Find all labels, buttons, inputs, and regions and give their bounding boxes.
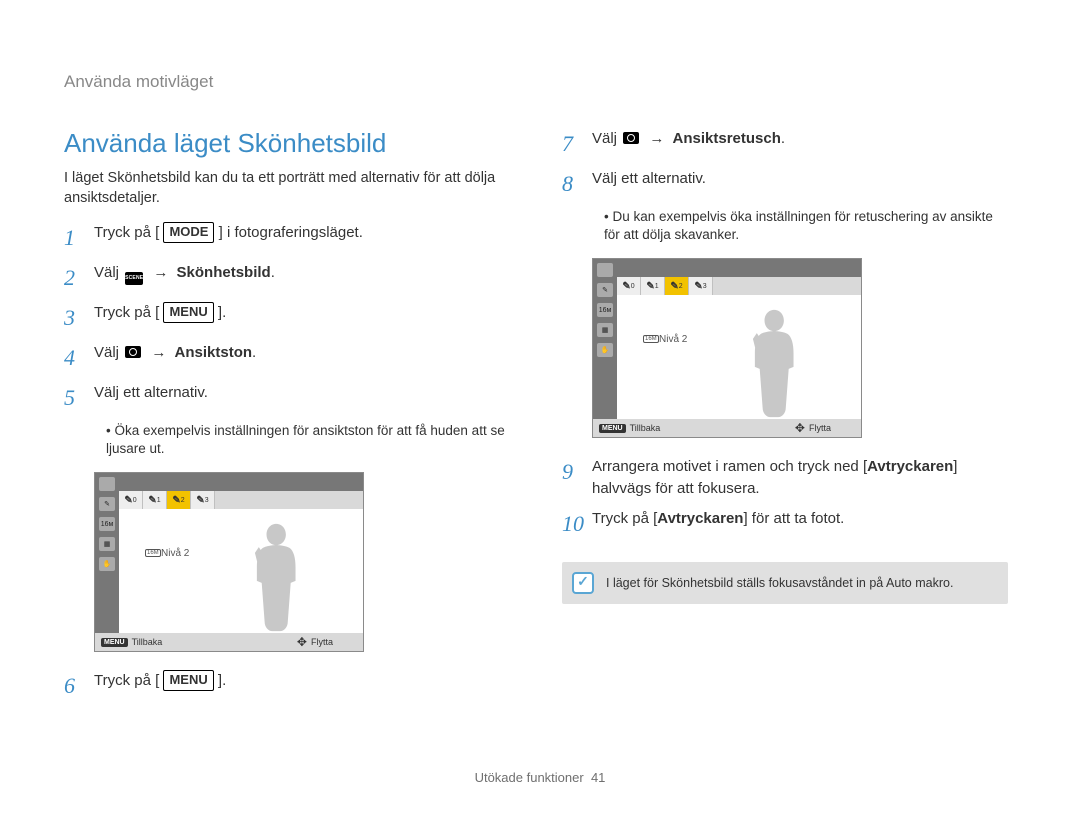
steps-list-left-2: Tryck på [ MENU ]. xyxy=(64,670,510,702)
step-text: Välj xyxy=(94,344,123,361)
page: Använda motivläget Använda läget Skönhet… xyxy=(0,0,1080,815)
menu-button-label: MENU xyxy=(163,670,213,691)
lcd-topbar xyxy=(119,473,363,491)
step-text: Välj ett alternativ. xyxy=(94,382,208,404)
lcd-sidebar: ✎ 16м ▦ ✋ xyxy=(95,473,119,633)
lcd-side-icon xyxy=(99,477,115,491)
lcd-back-label: Tillbaka xyxy=(132,637,163,647)
person-silhouette-icon xyxy=(745,305,803,423)
level-cell-3: ✎3 xyxy=(191,491,215,509)
menu-keycap: MENU xyxy=(599,424,626,433)
lcd-side-icon: ✎ xyxy=(597,283,613,297)
step-text: Arrangera motivet i ramen och tryck ned … xyxy=(592,458,867,475)
avtryckaren-label: Avtryckaren xyxy=(657,510,743,527)
lcd-move-label: Flytta xyxy=(311,637,333,647)
left-column: Använda läget Skönhetsbild I läget Skönh… xyxy=(64,128,510,710)
intro-text: I läget Skönhetsbild kan du ta ett portr… xyxy=(64,169,510,208)
level-cell-1: ✎1 xyxy=(143,491,167,509)
lcd-level-label: Nivå 2 xyxy=(641,331,687,347)
page-footer: Utökade funktioner 41 xyxy=(0,770,1080,785)
person-silhouette-icon xyxy=(247,519,305,637)
step-text: ]. xyxy=(218,672,226,689)
note-text: I läget för Skönhetsbild ställs fokusavs… xyxy=(606,576,953,590)
camera-icon xyxy=(125,346,141,358)
page-title: Använda läget Skönhetsbild xyxy=(64,128,510,159)
lcd-body: Nivå 2 xyxy=(617,295,861,419)
step-5-sub: Öka exempelvis inställningen för ansikts… xyxy=(106,422,510,458)
lcd-footer: MENU Tillbaka ✥ Flytta xyxy=(593,419,861,437)
lcd-side-icon: 16м xyxy=(597,303,613,317)
lcd-side-icon: ✋ xyxy=(99,557,115,571)
ansiktsretusch-label: Ansiktsretusch xyxy=(673,130,781,147)
level-cell-2-selected: ✎2 xyxy=(167,491,191,509)
step-6: Tryck på [ MENU ]. xyxy=(64,670,510,702)
step-text: Tryck på [ xyxy=(94,672,159,689)
footer-section: Utökade funktioner xyxy=(475,770,584,785)
footer-page: 41 xyxy=(591,770,605,785)
lcd-sidebar: ✎ 16м ▦ ✋ xyxy=(593,259,617,419)
lcd-footer: MENU Tillbaka ✥ Flytta xyxy=(95,633,363,651)
level-cell-0: ✎0 xyxy=(119,491,143,509)
step-10: Tryck på [Avtryckaren] för att ta fotot. xyxy=(562,508,1008,540)
level-cell-3: ✎3 xyxy=(689,277,713,295)
level-cell-1: ✎1 xyxy=(641,277,665,295)
step-8-sub: Du kan exempelvis öka inställningen för … xyxy=(604,208,1008,244)
lcd-move-label: Flytta xyxy=(809,423,831,433)
steps-list-right-2: Arrangera motivet i ramen och tryck ned … xyxy=(562,456,1008,539)
step-text: Tryck på [ xyxy=(94,224,159,241)
step-text: Tryck på [ xyxy=(592,510,657,527)
camera-icon xyxy=(623,132,639,144)
scene-icon xyxy=(125,272,143,285)
mode-button-label: MODE xyxy=(163,222,214,243)
step-4: Välj → Ansiktston. xyxy=(64,342,510,374)
ansiktston-label: Ansiktston xyxy=(175,344,253,361)
level-cell-0: ✎0 xyxy=(617,277,641,295)
step-text: Välj xyxy=(94,264,123,281)
step-7: Välj → Ansiktsretusch. xyxy=(562,128,1008,160)
lcd-side-icon: 16м xyxy=(99,517,115,531)
page-header: Använda motivläget xyxy=(64,72,1016,92)
lcd-level-row: ✎0 ✎1 ✎2 ✎3 xyxy=(617,277,861,295)
lcd-side-icon: ▦ xyxy=(597,323,613,337)
step-2: Välj → Skönhetsbild. xyxy=(64,262,510,294)
step-text: ] för att ta fotot. xyxy=(743,510,844,527)
lcd-side-icon: ✋ xyxy=(597,343,613,357)
step-text: ]. xyxy=(218,304,226,321)
skonhetsbild-label: Skönhetsbild xyxy=(177,264,271,281)
info-icon: ✓ xyxy=(572,572,594,594)
step-9: Arrangera motivet i ramen och tryck ned … xyxy=(562,456,1008,500)
menu-button-label: MENU xyxy=(163,302,213,323)
steps-list-left: Tryck på [ MODE ] i fotograferingsläget.… xyxy=(64,222,510,413)
lcd-level-row: ✎0 ✎1 ✎2 ✎3 xyxy=(119,491,363,509)
lcd-screenshot-1: ✎ 16м ▦ ✋ ✎0 ✎1 ✎2 ✎3 Nivå 2 xyxy=(94,472,364,652)
lcd-side-icon xyxy=(597,263,613,277)
arrow-icon: → xyxy=(649,130,664,147)
step-5: Välj ett alternativ. xyxy=(64,382,510,414)
lcd-back-label: Tillbaka xyxy=(630,423,661,433)
step-3: Tryck på [ MENU ]. xyxy=(64,302,510,334)
step-8: Välj ett alternativ. xyxy=(562,168,1008,200)
menu-keycap: MENU xyxy=(101,638,128,647)
right-column: Välj → Ansiktsretusch. Välj ett alternat… xyxy=(562,128,1008,710)
step-text: ] i fotograferingsläget. xyxy=(219,224,363,241)
step-text: Välj ett alternativ. xyxy=(592,168,706,190)
content-columns: Använda läget Skönhetsbild I läget Skönh… xyxy=(64,128,1016,710)
nav-knob-icon: ✥ xyxy=(795,421,805,435)
lcd-level-label: Nivå 2 xyxy=(143,545,189,561)
nav-knob-icon: ✥ xyxy=(297,635,307,649)
level-cell-2-selected: ✎2 xyxy=(665,277,689,295)
avtryckaren-label: Avtryckaren xyxy=(867,458,953,475)
step-text: Tryck på [ xyxy=(94,304,159,321)
steps-list-right: Välj → Ansiktsretusch. Välj ett alternat… xyxy=(562,128,1008,200)
lcd-side-icon: ✎ xyxy=(99,497,115,511)
step-text: Välj xyxy=(592,130,621,147)
lcd-side-icon: ▦ xyxy=(99,537,115,551)
lcd-screenshot-2: ✎ 16м ▦ ✋ ✎0 ✎1 ✎2 ✎3 Nivå 2 xyxy=(592,258,862,438)
step-1: Tryck på [ MODE ] i fotograferingsläget. xyxy=(64,222,510,254)
note-box: ✓ I läget för Skönhetsbild ställs fokusa… xyxy=(562,562,1008,604)
lcd-body: Nivå 2 xyxy=(119,509,363,633)
arrow-icon: → xyxy=(151,344,166,361)
arrow-icon: → xyxy=(153,264,168,281)
lcd-topbar xyxy=(617,259,861,277)
